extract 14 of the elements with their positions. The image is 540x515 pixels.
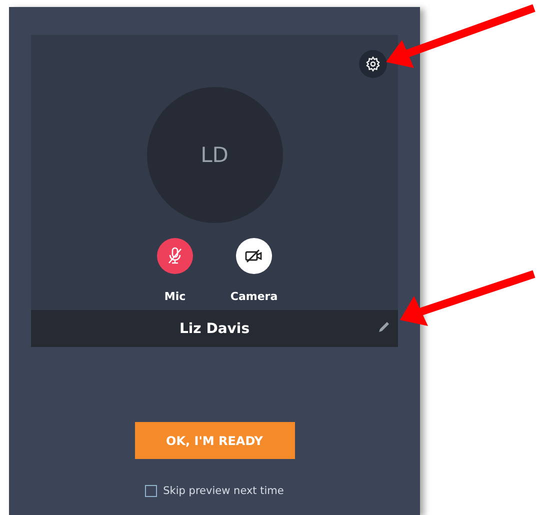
mic-toggle-button[interactable] [157, 238, 193, 274]
camera-toggle-button[interactable] [236, 238, 272, 274]
checkbox[interactable] [145, 485, 158, 497]
checkbox-label: Skip preview next time [163, 485, 284, 497]
settings-button[interactable] [359, 50, 387, 78]
display-name: Liz Davis [179, 320, 250, 336]
control-label: Camera [230, 290, 278, 303]
camera-off-icon [244, 248, 264, 264]
settings-icon [365, 56, 381, 72]
avatar: LD [146, 87, 282, 223]
muted-microphone-icon [167, 247, 183, 265]
pencil-icon [377, 320, 391, 334]
control-label: Mic [164, 290, 186, 303]
ready-button[interactable]: OK, I'M READY [134, 422, 294, 459]
